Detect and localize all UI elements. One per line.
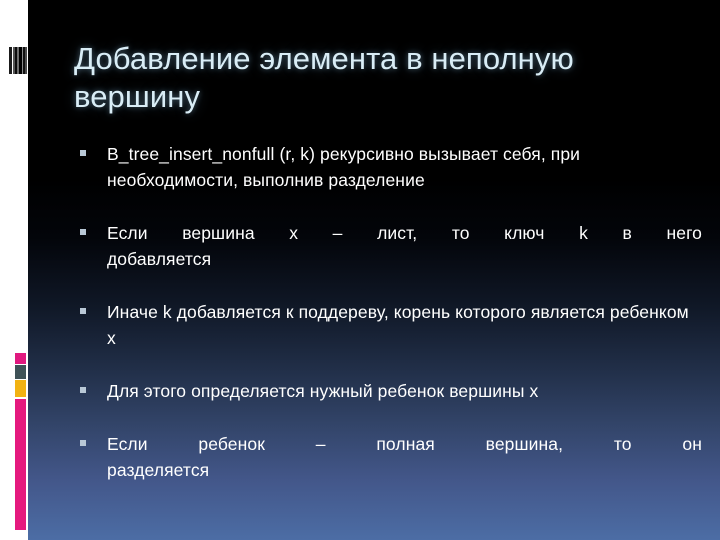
- list-item-line: добавляется: [107, 249, 212, 269]
- square-bullet-icon: [80, 150, 86, 156]
- slide-title: Добавление элемента в неполную вершину: [74, 41, 574, 114]
- list-item: Если ребенок – полная вершина, то он раз…: [74, 431, 702, 483]
- list-item-text: B_tree_insert_nonfull (r, k) рекурсивно …: [107, 144, 581, 190]
- barcode-decoration-icon: [9, 47, 27, 74]
- list-item-line: разделяется: [107, 460, 210, 480]
- presentation-slide: Добавление элемента в неполную вершину B…: [0, 0, 720, 540]
- list-item: Иначе k добавляется к поддереву, корень …: [74, 299, 702, 351]
- list-item-line: Если вершина x – лист, то ключ k в него: [107, 223, 702, 243]
- list-item-text: Если вершина x – лист, то ключ k в него …: [107, 220, 702, 272]
- square-bullet-icon: [80, 387, 86, 393]
- list-item-text: Иначе k добавляется к поддереву, корень …: [107, 302, 689, 348]
- list-item: Если вершина x – лист, то ключ k в него …: [74, 220, 702, 272]
- list-item: B_tree_insert_nonfull (r, k) рекурсивно …: [74, 141, 702, 193]
- color-chip-pink: [15, 353, 26, 364]
- color-chip-teal: [15, 365, 26, 379]
- list-item: Для этого определяется нужный ребенок ве…: [74, 378, 702, 404]
- magenta-rule-decoration: [15, 399, 26, 530]
- list-item-text: Если ребенок – полная вершина, то он раз…: [107, 431, 702, 483]
- color-chip-gold: [15, 380, 26, 397]
- barcode-bar: [25, 47, 27, 74]
- square-bullet-icon: [80, 440, 86, 446]
- list-item-text: Для этого определяется нужный ребенок ве…: [107, 381, 539, 401]
- list-item-line: Если ребенок – полная вершина, то он: [107, 434, 702, 454]
- square-bullet-icon: [80, 308, 86, 314]
- slide-body-list: B_tree_insert_nonfull (r, k) рекурсивно …: [74, 141, 702, 483]
- square-bullet-icon: [80, 229, 86, 235]
- slide-background: Добавление элемента в неполную вершину B…: [28, 0, 720, 540]
